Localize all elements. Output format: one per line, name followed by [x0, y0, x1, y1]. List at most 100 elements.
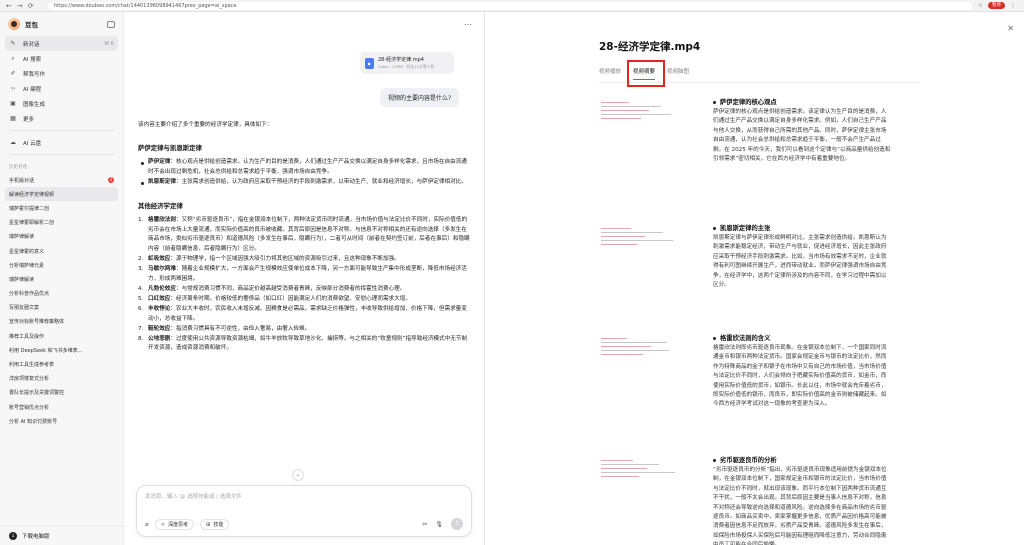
frame-line [601, 338, 627, 340]
video-attachment[interactable]: ▶ 28-经济学定律.mp4 Video · 27MB · 时长11分零十秒 [360, 52, 454, 74]
term-text: ：经济萧条时期，价格较低的奢侈品（如口红）因能满足人们的消费欲望、安慰心理而需求… [170, 295, 411, 302]
history-item-label: 分析瑞萨律元素 [9, 262, 45, 269]
history-item[interactable]: 账号营销优点分析 [0, 400, 123, 414]
video-frame-thumbnail[interactable] [599, 456, 697, 545]
history-item[interactable]: 星星律霍耶解析二创 [0, 216, 123, 230]
frame-line [601, 236, 645, 238]
item-number: 3. [138, 266, 144, 273]
menu-icon[interactable]: ⋮ [1010, 2, 1016, 9]
chat-area: ⋯ ▶ 28-经济学定律.mp4 Video · 27MB · 时长11分零十秒… [124, 12, 484, 545]
app-name: 豆包 [25, 21, 38, 29]
history-item[interactable]: 書队长提示及关键词警控 [0, 386, 123, 400]
history-item[interactable]: 手机版对话 3 [0, 173, 123, 187]
address-bar[interactable]: https://www.doubao.com/chat/144013960989… [48, 1, 972, 10]
send-button[interactable]: ↑ [451, 518, 463, 530]
skills-label: 技能 [213, 522, 224, 528]
history-item[interactable]: 分析瑞萨律元素 [0, 258, 123, 272]
sidebar-toggle-icon[interactable] [107, 20, 115, 28]
paused-badge[interactable]: 暂停 [988, 2, 1005, 9]
history-item[interactable]: 分析科普作品优点 [0, 287, 123, 301]
video-frame-thumbnail[interactable] [599, 334, 697, 446]
message-input-box[interactable]: 发消息、输入 @ 选择技能或 / 选择文件 ⌀ ⚛ 深度思考 ⊞ 技能 ✂ 🎙 ↑ [136, 485, 472, 537]
browser-nav: ← → ⟳ [0, 2, 48, 10]
history-item[interactable]: 推荐工具及操作 [0, 329, 123, 343]
reload-icon[interactable]: ⟳ [28, 2, 34, 10]
history-item-label: 瑞萨律解读 [9, 276, 35, 283]
sidebar-item-image[interactable]: ▣ 图像生成 [0, 96, 123, 111]
deep-think-button[interactable]: ⚛ 深度思考 [154, 519, 195, 530]
item-number: 1. [138, 216, 144, 223]
history-item-label: 瑞萨霍尔提律二创 [9, 205, 50, 212]
back-icon[interactable]: ← [6, 2, 12, 10]
history-item-label: 宣传对标账号推荐策略体 [9, 319, 65, 326]
sidebar-item-coding[interactable]: ‹› AI 编程 [0, 81, 123, 96]
code-icon: ‹› [10, 85, 16, 92]
term-text: ：随着企业规模扩大，一方面会产生规模效应使单位成本下降，另一方面可能导致生产集中… [148, 266, 467, 283]
term: 凯恩斯定律 [148, 178, 176, 185]
attach-icon[interactable]: ⌀ [145, 519, 149, 530]
frame-line [601, 354, 643, 356]
history-item[interactable]: 写朋友圈文案 [0, 301, 123, 315]
skills-button[interactable]: ⊞ 技能 [200, 519, 230, 530]
item-number: 5. [138, 295, 144, 302]
tab-video-play[interactable]: 视频播放 [599, 66, 621, 80]
history-item[interactable]: 洋房项楼复式分析 [0, 372, 123, 386]
term: 萨伊定律 [148, 158, 171, 165]
term-text: ：过度使用公共资源导致资源枯竭，如牛羊放牧导致草地沙化、捕捞等。与之相关的“牧童… [148, 335, 468, 352]
more-options-icon[interactable]: ⋯ [464, 20, 472, 29]
summary-body: 萨伊定律的核心观点是供给创造需求。该定律认为生产目的是消费，人们通过生产产品交换… [713, 109, 891, 163]
skills-icon: ⊞ [206, 521, 211, 528]
item-number: 4. [138, 285, 144, 292]
term: 马歇尔两难 [148, 266, 176, 273]
sidebar-item-label: AI 云盘 [23, 140, 42, 147]
term: 公地悲剧 [148, 335, 171, 342]
download-icon: ↓ [9, 531, 17, 540]
frame-line [601, 244, 637, 246]
forward-icon[interactable]: → [17, 2, 23, 10]
divider [9, 154, 114, 155]
history-item[interactable]: 瑞萨律解读 [0, 272, 123, 286]
history-item[interactable]: 星星律霍的意义 [0, 244, 123, 258]
new-chat-button[interactable]: ✎ 新对话 ⌘ K [5, 36, 118, 51]
scroll-down-button[interactable]: ⌄ [292, 469, 304, 481]
history-item-label: 星星律霍的意义 [9, 248, 45, 255]
history-item[interactable]: 宣传对标账号推荐策略体 [0, 315, 123, 329]
history-item-label: 利用 DeepSeek 和飞书多维表... [9, 347, 83, 354]
star-icon[interactable]: ☆ [978, 2, 983, 9]
frame-line [601, 468, 647, 470]
frame-line [601, 342, 667, 344]
history-item[interactable]: 解读经济学定律视频 [5, 187, 118, 202]
summary-text: 格雷欣法则的含义 格雷欣法则即劣币驱逐良币现象。在金银双本位制下，一个国家同时流… [713, 334, 891, 446]
history-item[interactable]: 分析 AI 知识付费账号 [0, 414, 123, 428]
scissors-icon[interactable]: ✂ [422, 521, 427, 528]
close-icon[interactable]: ✕ [1007, 24, 1014, 33]
annotation-highlight-box [627, 60, 665, 87]
assistant-answer: 该内容主要介绍了多个重要的经济学定律，具体如下： 萨伊定律与凯恩斯定律 萨伊定律… [138, 121, 470, 354]
video-frame-thumbnail[interactable] [599, 98, 697, 210]
sidebar-item-writing[interactable]: ✐ 帮我写作 [0, 66, 123, 81]
summary-body: “劣币驱逐良币的分析”指出，劣币驱逐良币现象适用前提为金银双本位制，在金银双本位… [713, 467, 887, 545]
term-text: ：源于物理学，指一个区域因强大吸引力将其他区域的资源吸引过来，且这种现象不断加强… [170, 256, 400, 263]
history-item[interactable]: 瑞萨霍尔提律二创 [0, 201, 123, 215]
video-frame-thumbnail[interactable] [599, 224, 697, 326]
history-item[interactable]: 瑞萨律解读 [0, 230, 123, 244]
history-item[interactable]: 利用工具生成参考表 [0, 357, 123, 371]
sidebar-item-label: 新对话 [23, 41, 40, 48]
history-item[interactable]: 利用 DeepSeek 和飞书多维表... [0, 343, 123, 357]
item-number: 6. [138, 305, 144, 312]
panel-title: 28-经济学定律.mp4 [599, 41, 701, 53]
section-title: 萨伊定律与凯恩斯定律 [138, 143, 202, 152]
term: 口红效应 [148, 295, 171, 302]
history-item-label: 分析 AI 知识付费账号 [9, 418, 58, 425]
sidebar-item-cloud[interactable]: ☁ AI 云盘 [0, 135, 123, 150]
microphone-icon[interactable]: 🎙 [435, 521, 443, 528]
section1-list: 萨伊定律：核心观点是供给创造需求。认为生产的目的是消费，人们通过生产产品交换以满… [138, 158, 470, 188]
frame-line [601, 240, 673, 242]
sidebar-item-ai-search[interactable]: ⌕ AI 搜索 [0, 51, 123, 66]
list-item: 凯恩斯定律：主张需求创造供给，认为政府应采取干预经济的手段刺激需求，以带动生产、… [138, 178, 470, 188]
list-item: 萨伊定律：核心观点是供给创造需求。认为生产的目的是消费，人们通过生产产品交换以满… [138, 158, 470, 178]
tab-video-mindmap[interactable]: 视频脑图 [667, 66, 689, 80]
download-desktop-button[interactable]: ↓ 下载电脑版 [0, 525, 124, 545]
sidebar-item-more[interactable]: ▦ 更多 [0, 111, 123, 126]
list-item: 3. 马歇尔两难：随着企业规模扩大，一方面会产生规模效应使单位成本下降，另一方面可… [138, 265, 470, 285]
